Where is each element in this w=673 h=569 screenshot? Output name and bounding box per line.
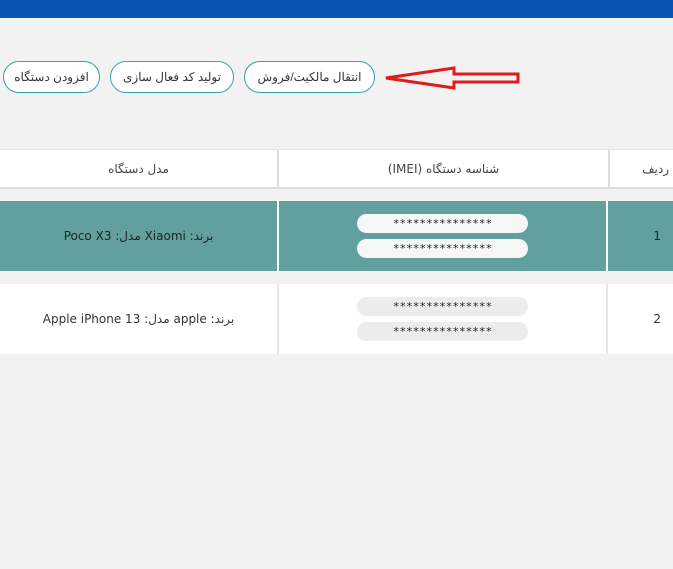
action-toolbar: انتقال مالکیت/فروش تولید کد فعال سازی اف… <box>3 61 375 93</box>
imei-cell: *************** *************** <box>277 201 608 271</box>
imei-pill: *************** <box>357 322 528 341</box>
header-model: مدل دستگاه <box>108 162 169 176</box>
table-header: ردیف شناسه دستگاه (IMEI) مدل دستگاه <box>0 149 673 189</box>
imei-cell: *************** *************** <box>277 284 608 354</box>
model-cell: برند: Xiaomi مدل: Poco X3 <box>63 229 214 243</box>
imei-pill: *************** <box>357 214 528 233</box>
imei-pill: *************** <box>357 297 528 316</box>
table-row[interactable]: 2 *************** *************** برند: … <box>0 284 673 354</box>
table-row[interactable]: 1 *************** *************** برند: … <box>0 201 673 271</box>
transfer-ownership-button[interactable]: انتقال مالکیت/فروش <box>244 61 375 93</box>
header-imei: شناسه دستگاه (IMEI) <box>277 150 608 188</box>
row-number: 2 <box>653 312 661 326</box>
top-bar <box>0 0 673 18</box>
row-number: 1 <box>653 229 661 243</box>
model-cell: برند: apple مدل: Apple iPhone 13 <box>42 312 235 326</box>
devices-table: ردیف شناسه دستگاه (IMEI) مدل دستگاه 1 **… <box>0 149 673 354</box>
annotation-arrow-icon <box>385 66 520 90</box>
generate-activation-code-button[interactable]: تولید کد فعال سازی <box>110 61 234 93</box>
imei-pill: *************** <box>357 239 528 258</box>
add-device-button[interactable]: افزودن دستگاه <box>3 61 100 93</box>
header-row-number: ردیف <box>608 150 673 188</box>
